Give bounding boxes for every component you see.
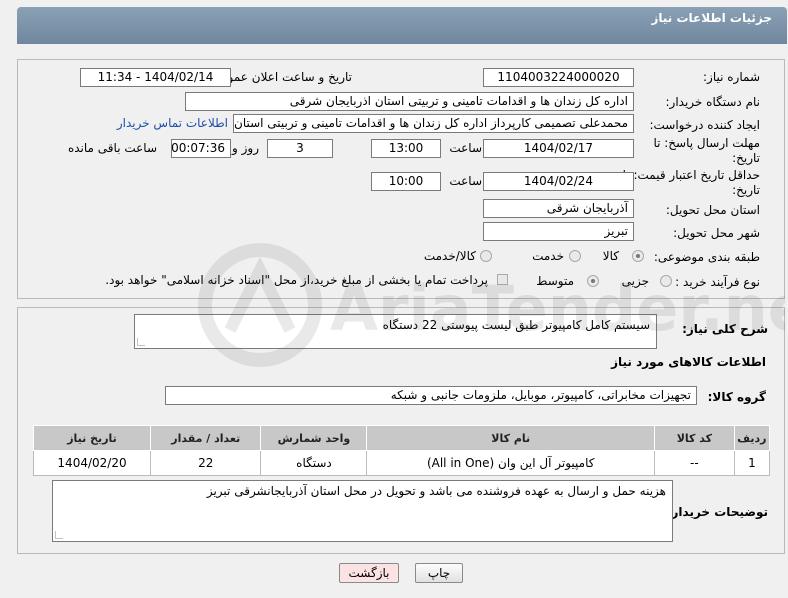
goods-table-header: ردیف کد کالا نام کالا واحد شمارش تعداد /…	[32, 425, 771, 451]
description-textarea[interactable]: سیستم کامل کامپیوتر طبق لیست پیوستی 22 د…	[134, 314, 657, 349]
cell-goods-code: --	[653, 450, 735, 476]
col-unit: واحد شمارش	[260, 425, 368, 451]
remaining-time-field[interactable]: 00:07:36	[171, 139, 231, 158]
col-row-number: ردیف	[733, 425, 771, 451]
col-need-date: تاریخ نیاز	[32, 425, 152, 451]
resize-grip-icon[interactable]	[137, 338, 145, 346]
cell-goods-name: کامپیوتر آل این وان (All in One)	[366, 450, 655, 476]
category-goods-service-text: کالا/خدمت	[423, 249, 476, 263]
price-validity-label: حداقل تاریخ اعتبار قیمت: تا تاریخ:	[622, 168, 760, 197]
days-field[interactable]: 3	[267, 139, 333, 158]
creator-field[interactable]: محمدعلی تصمیمی کارپرداز اداره کل زندان ه…	[233, 114, 634, 133]
goods-group-field[interactable]: تجهیزات مخابراتی، کامپیوتر، موبایل، ملزو…	[165, 386, 697, 405]
cell-unit: دستگاه	[260, 450, 368, 476]
goods-table: ردیف کد کالا نام کالا واحد شمارش تعداد /…	[32, 425, 771, 476]
category-goods-text: کالا	[602, 249, 619, 263]
goods-group-label: گروه کالا:	[707, 390, 766, 404]
description-text: سیستم کامل کامپیوتر طبق لیست پیوستی 22 د…	[382, 318, 650, 332]
category-service-text: خدمت	[532, 249, 564, 263]
price-date-field[interactable]: 1404/02/24	[483, 172, 634, 191]
city-field[interactable]: تبریز	[483, 222, 634, 241]
col-goods-name: نام کالا	[366, 425, 655, 451]
buyer-contact-link[interactable]: اطلاعات تماس خریدار	[117, 116, 228, 130]
process-minor-text: جزیی	[621, 274, 649, 288]
page-title: جزئیات اطلاعات نیاز	[651, 11, 772, 25]
reply-deadline-label: مهلت ارسال پاسخ: تا تاریخ:	[653, 136, 760, 165]
process-label: نوع فرآیند خرید :	[675, 275, 760, 289]
remaining-time-label: ساعت باقی مانده	[67, 141, 157, 155]
need-number-field[interactable]: 1104003224000020	[483, 68, 634, 87]
buyer-org-label: نام دستگاه خریدار:	[665, 95, 761, 109]
province-label: استان محل تحویل:	[665, 203, 760, 217]
process-minor-radio[interactable]	[660, 275, 672, 287]
reply-time-label: ساعت	[449, 141, 482, 155]
col-quantity: تعداد / مقدار	[150, 425, 262, 451]
reply-date-field[interactable]: 1404/02/17	[483, 139, 634, 158]
treasury-payment-note: پرداخت تمام یا بخشی از مبلغ خرید،از محل …	[105, 273, 488, 287]
back-button[interactable]: بازگشت	[339, 563, 399, 583]
category-goods-radio[interactable]	[632, 250, 644, 262]
cell-quantity: 22	[150, 450, 262, 476]
table-row[interactable]: 1 -- کامپیوتر آل این وان (All in One) دس…	[32, 450, 771, 476]
creator-label: ایجاد کننده درخواست:	[649, 118, 760, 132]
price-time-label: ساعت	[449, 174, 482, 188]
col-goods-code: کد کالا	[653, 425, 735, 451]
description-label: شرح کلی نیاز:	[682, 322, 768, 336]
days-label: روز و	[232, 141, 259, 155]
buyer-notes-text: هزینه حمل و ارسال به عهده فروشنده می باش…	[206, 484, 666, 498]
buyer-notes-textarea[interactable]: هزینه حمل و ارسال به عهده فروشنده می باش…	[52, 480, 673, 542]
buyer-org-field[interactable]: اداره کل زندان ها و اقدامات تامینی و ترب…	[185, 92, 634, 111]
price-time-field[interactable]: 10:00	[371, 172, 441, 191]
resize-grip-icon[interactable]	[55, 531, 63, 539]
cell-row-number: 1	[733, 450, 771, 476]
print-button[interactable]: چاپ	[415, 563, 463, 583]
treasury-payment-checkbox[interactable]	[497, 274, 508, 285]
buyer-notes-label: توضیحات خریدار:	[666, 505, 768, 519]
category-label: طبقه بندی موضوعی:	[653, 250, 760, 264]
reply-time-field[interactable]: 13:00	[371, 139, 441, 158]
category-goods-service-radio[interactable]	[480, 250, 492, 262]
goods-info-title: اطلاعات کالاهای مورد نیاز	[611, 355, 766, 369]
process-medium-text: متوسط	[536, 274, 574, 288]
announce-datetime-field[interactable]: 1404/02/14 - 11:34	[80, 68, 231, 87]
need-number-label: شماره نیاز:	[703, 70, 760, 84]
cell-need-date: 1404/02/20	[32, 450, 152, 476]
city-label: شهر محل تحویل:	[673, 226, 760, 240]
process-medium-radio[interactable]	[587, 275, 599, 287]
category-service-radio[interactable]	[569, 250, 581, 262]
province-field[interactable]: آذربایجان شرقی	[483, 199, 634, 218]
